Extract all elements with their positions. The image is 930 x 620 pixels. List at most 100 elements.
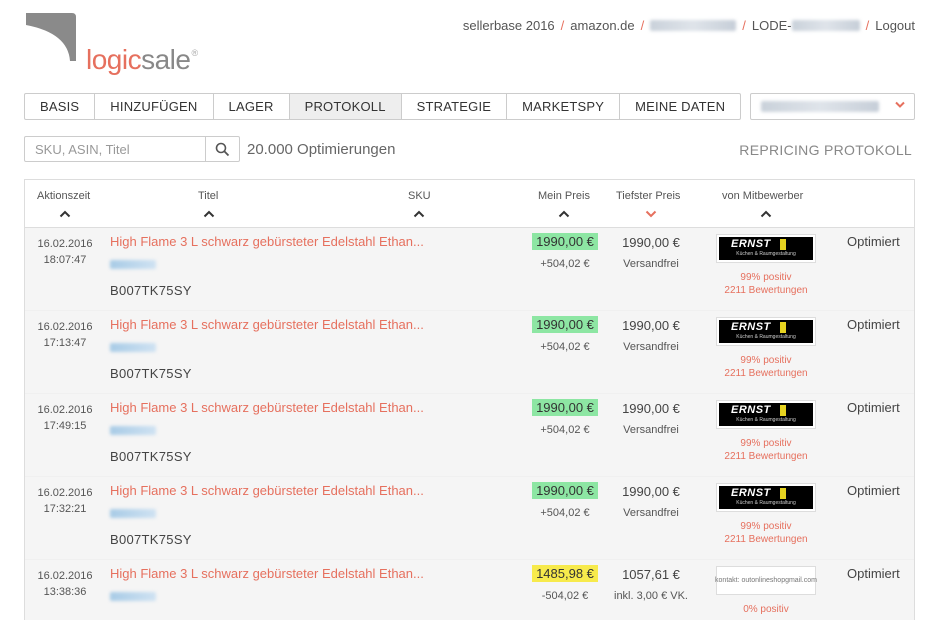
product-asin: B007TK75SY [110,449,192,464]
table-row[interactable]: 16.02.2016 17:49:15 High Flame 3 L schwar… [25,394,914,477]
column-header-competitor[interactable]: von Mitbewerber [722,190,803,202]
price-difference: +504,02 € [540,341,590,353]
my-price-badge: 1990,00 € [532,482,598,499]
product-asin: B007TK75SY [110,532,192,547]
competitor-rating: 99% positiv 2211 Bewertungen [724,355,808,379]
status-label: Optimiert [847,317,900,332]
competitor-logo[interactable]: ERNST Küchen & Raumgestaltung [716,483,816,512]
logo-mark-icon [26,13,76,61]
price-difference: +504,02 € [540,507,590,519]
account-selector[interactable] [750,93,915,120]
column-header-title[interactable]: Titel [198,190,218,202]
tab-marketspy[interactable]: MARKETSPY [507,94,621,119]
redacted-user-name [650,20,737,31]
action-time: 16.02.2016 17:49:15 [37,404,93,432]
tab-basis[interactable]: BASIS [25,94,96,119]
column-header-lowest-price[interactable]: Tiefster Preis [616,190,680,202]
shipping-info: inkl. 3,00 € VK. [614,590,688,602]
price-difference: +504,02 € [540,424,590,436]
my-price: 1990,00 € +504,02 € [529,482,601,519]
my-price: 1485,98 € -504,02 € [529,565,601,602]
product-asin: B007TK75SY [110,283,192,298]
product-title-link[interactable]: High Flame 3 L schwarz gebürsteter Edels… [110,317,424,332]
account-id-prefix[interactable]: LODE- [752,18,792,33]
my-price-badge: 1485,98 € [532,565,598,582]
my-price: 1990,00 € +504,02 € [529,316,601,353]
product-asin: B007TK75SY [110,366,192,381]
main-navigation: BASIS HINZUFÜGEN LAGER PROTOKOLL STRATEG… [24,93,742,120]
sort-up-icon[interactable] [760,210,772,218]
shipping-info: Versandfrei [623,507,679,519]
redacted-account-id [791,20,860,31]
competitor-info: kontakt: outonlineshopgmail.com 0% posit… [715,566,817,616]
competitor-info: ERNST Küchen & Raumgestaltung 99% positiv… [715,483,817,546]
product-title-link[interactable]: High Flame 3 L schwarz gebürsteter Edels… [110,234,424,249]
table-row[interactable]: 16.02.2016 18:07:47 High Flame 3 L schwar… [25,228,914,311]
my-price-badge: 1990,00 € [532,316,598,333]
logo-wordmark: logicsale® [86,44,198,75]
redacted-sku [110,339,156,357]
column-header-sku[interactable]: SKU [408,190,431,202]
redacted-company-name [761,101,879,112]
sort-down-icon[interactable] [645,210,657,218]
marketplace-link[interactable]: amazon.de [570,18,634,33]
tab-protokoll[interactable]: PROTOKOLL [289,94,402,119]
competitor-info: ERNST Küchen & Raumgestaltung 99% positiv… [715,400,817,463]
tab-meine-daten[interactable]: MEINE DATEN [620,94,740,119]
my-price: 1990,00 € +504,02 € [529,233,601,270]
lowest-price: 1990,00 € Versandfrei [605,401,697,436]
action-time: 16.02.2016 17:32:21 [37,487,93,515]
status-label: Optimiert [847,566,900,581]
search-icon [215,142,230,156]
lowest-price: 1990,00 € Versandfrei [605,235,697,270]
table-header: Aktionszeit Titel SKU Mein Preis Tiefste… [25,180,914,228]
sort-up-icon[interactable] [59,210,71,218]
tab-strategie[interactable]: STRATEGIE [402,94,508,119]
logicsale-logo[interactable]: logicsale® [24,11,224,81]
table-row[interactable]: 16.02.2016 13:38:36 High Flame 3 L schwar… [25,560,914,620]
lowest-price: 1990,00 € Versandfrei [605,318,697,353]
top-navigation: sellerbase 2016 / amazon.de / / LODE- / … [462,18,915,33]
column-header-time[interactable]: Aktionszeit [37,190,90,202]
shipping-info: Versandfrei [623,424,679,436]
competitor-logo[interactable]: ERNST Küchen & Raumgestaltung [716,400,816,429]
competitor-logo[interactable]: ERNST Küchen & Raumgestaltung [716,317,816,346]
redacted-sku [110,588,156,606]
sort-up-icon[interactable] [558,210,570,218]
competitor-rating: 99% positiv 2211 Bewertungen [724,438,808,462]
action-time: 16.02.2016 18:07:47 [37,238,93,266]
shipping-info: Versandfrei [623,341,679,353]
competitor-logo[interactable]: kontakt: outonlineshopgmail.com [715,566,817,595]
status-label: Optimiert [847,483,900,498]
product-title-link[interactable]: High Flame 3 L schwarz gebürsteter Edels… [110,566,424,581]
price-difference: -504,02 € [541,590,589,602]
competitor-rating: 99% positiv 2211 Bewertungen [724,521,808,545]
sort-up-icon[interactable] [413,210,425,218]
search-input[interactable] [25,137,205,161]
product-title-link[interactable]: High Flame 3 L schwarz gebürsteter Edels… [110,400,424,415]
table-row[interactable]: 16.02.2016 17:13:47 High Flame 3 L schwar… [25,311,914,394]
competitor-logo[interactable]: ERNST Küchen & Raumgestaltung [716,234,816,263]
competitor-rating: 99% positiv 2211 Bewertungen [724,272,808,296]
optimization-count: 20.000 Optimierungen [247,141,396,158]
shipping-info: Versandfrei [623,258,679,270]
status-label: Optimiert [847,400,900,415]
price-difference: +504,02 € [540,258,590,270]
product-title-link[interactable]: High Flame 3 L schwarz gebürsteter Edels… [110,483,424,498]
page-title: REPRICING PROTOKOLL [739,142,912,158]
tab-lager[interactable]: LAGER [214,94,290,119]
my-price-badge: 1990,00 € [532,399,598,416]
my-price: 1990,00 € +504,02 € [529,399,601,436]
search-button[interactable] [205,137,239,161]
competitor-text-logo: kontakt: outonlineshopgmail.com [715,577,817,584]
tab-hinzufuegen[interactable]: HINZUFÜGEN [95,94,214,119]
column-header-my-price[interactable]: Mein Preis [538,190,590,202]
my-price-badge: 1990,00 € [532,233,598,250]
table-row[interactable]: 16.02.2016 17:32:21 High Flame 3 L schwar… [25,477,914,560]
status-label: Optimiert [847,234,900,249]
logout-link[interactable]: Logout [875,18,915,33]
redacted-sku [110,256,156,274]
lowest-price: 1990,00 € Versandfrei [605,484,697,519]
sort-up-icon[interactable] [203,210,215,218]
sellerbase-link[interactable]: sellerbase 2016 [463,18,555,33]
